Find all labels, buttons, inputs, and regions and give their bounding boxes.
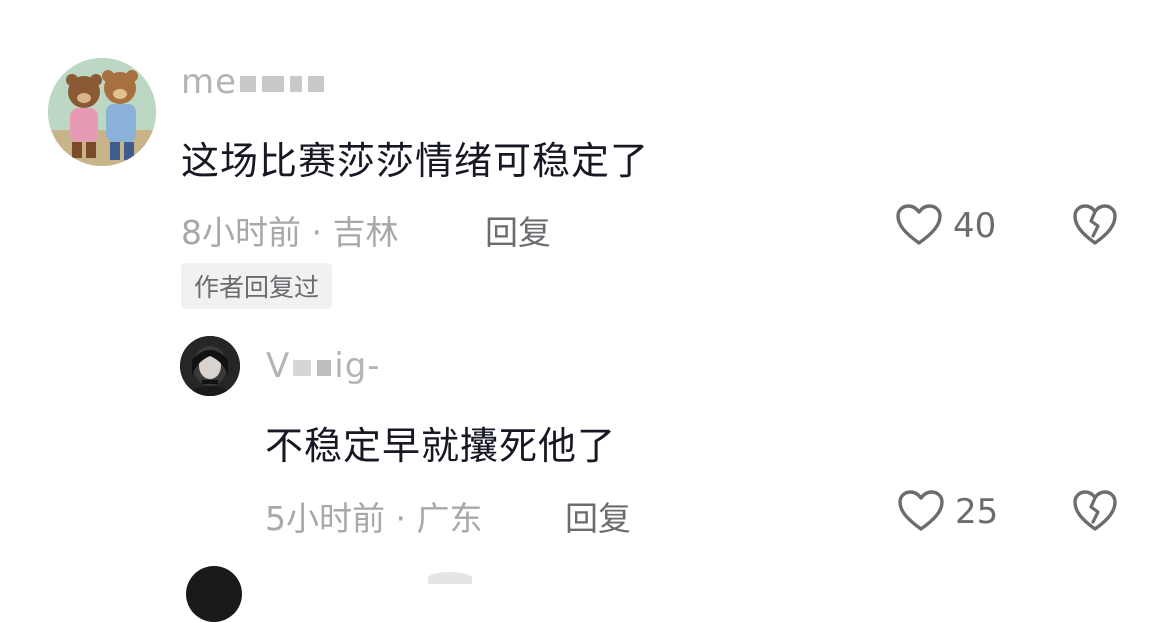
like-count: 40 — [953, 206, 997, 246]
like-button[interactable] — [895, 203, 943, 247]
comment-location: 吉林 — [332, 213, 399, 252]
next-comment-fragment — [428, 572, 472, 584]
username-text: V — [266, 346, 291, 386]
commenter-username[interactable]: me — [181, 62, 327, 102]
broken-heart-icon — [1073, 204, 1117, 245]
redaction-mask — [308, 75, 325, 92]
username-suffix: ig- — [334, 346, 381, 386]
redaction-mask — [262, 75, 285, 92]
comment-meta: 8小时前 · 吉林 — [181, 206, 399, 254]
reply-time: 5小时前 — [265, 499, 385, 538]
girl-portrait-avatar-icon — [180, 336, 240, 396]
heart-outline-icon — [896, 204, 942, 245]
commenter-avatar[interactable] — [48, 58, 156, 166]
like-button[interactable] — [897, 489, 945, 533]
reply-button[interactable]: 回复 — [565, 492, 631, 540]
replier-username[interactable]: Vig- — [266, 346, 381, 386]
comment-text: 这场比赛莎莎情绪可稳定了 — [181, 139, 650, 183]
broken-heart-icon — [1073, 490, 1117, 531]
redaction-mask — [240, 75, 257, 92]
meta-separator: · — [311, 213, 323, 252]
redaction-mask — [290, 75, 303, 92]
replier-avatar[interactable] — [180, 336, 240, 396]
dislike-button[interactable] — [1072, 203, 1118, 247]
comment-time: 8小时前 — [181, 213, 301, 252]
like-count: 25 — [955, 492, 999, 532]
username-text: me — [181, 62, 238, 102]
meta-separator: · — [395, 499, 407, 538]
reply-meta: 5小时前 · 广东 — [265, 492, 483, 540]
bear-couple-avatar-icon — [48, 58, 156, 166]
redaction-mask — [317, 359, 332, 376]
author-replied-badge: 作者回复过 — [181, 263, 333, 309]
heart-outline-icon — [898, 490, 944, 531]
reply-button[interactable]: 回复 — [485, 206, 551, 254]
reply-text: 不稳定早就攮死他了 — [265, 424, 617, 468]
next-commenter-avatar[interactable] — [186, 566, 242, 622]
dislike-button[interactable] — [1072, 489, 1118, 533]
reply-location: 广东 — [416, 499, 483, 538]
redaction-mask — [293, 359, 312, 376]
